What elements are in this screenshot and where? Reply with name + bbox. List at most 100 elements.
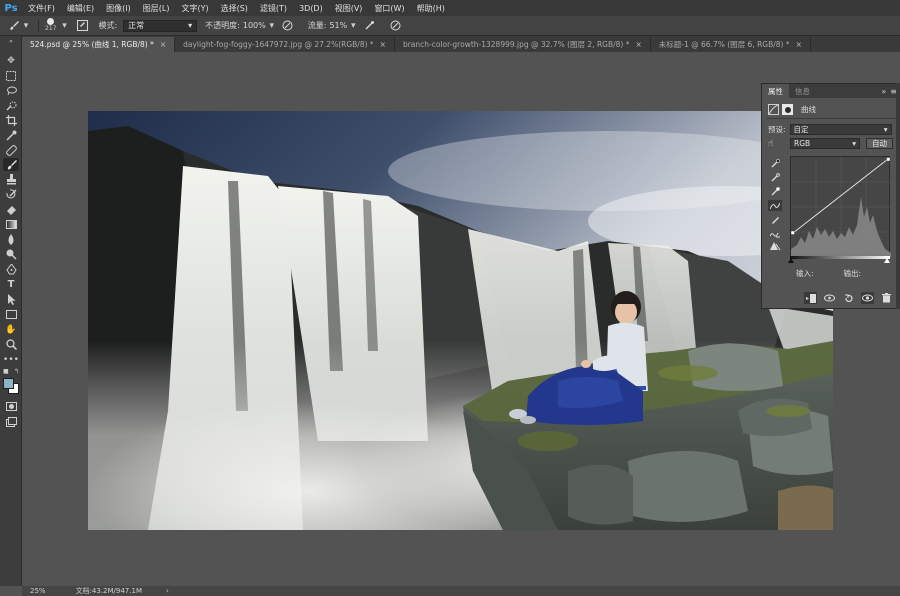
history-brush-tool-icon[interactable]	[3, 188, 19, 201]
toolbox-collapse-icon[interactable]: »	[3, 38, 19, 45]
reset-adjustment-icon[interactable]	[842, 292, 855, 304]
curves-graph[interactable]	[790, 156, 891, 257]
document-tabs: 524.psd @ 25% (曲线 1, RGB/8) * × daylight…	[22, 36, 900, 52]
white-input-slider[interactable]	[884, 258, 890, 263]
opacity-label: 不透明度:	[205, 21, 240, 30]
flow-value[interactable]: 51%	[329, 21, 347, 30]
menu-view[interactable]: 视图(V)	[329, 3, 369, 14]
set-black-point-icon[interactable]	[768, 158, 782, 169]
output-label: 输出:	[843, 269, 862, 278]
curves-adjustment-icon[interactable]	[768, 104, 779, 115]
dodge-tool-icon[interactable]	[3, 248, 19, 261]
crop-tool-icon[interactable]	[3, 114, 19, 127]
preset-dropdown[interactable]: 自定 ▾	[789, 124, 892, 135]
auto-button[interactable]: 自动	[866, 138, 893, 149]
trash-icon[interactable]	[880, 292, 893, 304]
default-colors-icon[interactable]: ■	[3, 368, 9, 375]
status-menu-arrow-icon[interactable]: ›	[166, 587, 169, 595]
target-adjust-icon[interactable]: ☝	[768, 139, 782, 149]
set-white-point-icon[interactable]	[768, 186, 782, 197]
smooth-curve-icon[interactable]	[768, 228, 782, 239]
close-icon[interactable]: ×	[635, 40, 641, 49]
menu-file[interactable]: 文件(F)	[22, 3, 61, 14]
blur-tool-icon[interactable]	[3, 233, 19, 246]
swap-arrow-icon[interactable]: ↰	[14, 368, 19, 375]
zoom-level[interactable]: 25%	[30, 587, 46, 595]
healing-brush-tool-icon[interactable]	[3, 144, 19, 157]
tab-document-untitled-1[interactable]: 未标题-1 @ 66.7% (图层 6, RGB/8) * ×	[650, 37, 811, 52]
menu-help[interactable]: 帮助(H)	[411, 3, 451, 14]
chevron-down-icon: ▾	[852, 139, 856, 148]
input-gradient-bar	[790, 256, 890, 259]
tab-properties[interactable]: 属性	[762, 84, 789, 98]
close-icon[interactable]: ×	[380, 40, 386, 49]
chevron-down-icon[interactable]: ▾	[20, 20, 32, 32]
move-tool-icon[interactable]: ✥	[3, 54, 19, 67]
brush-panel-toggle-icon[interactable]	[76, 20, 88, 32]
eyedropper-tool-icon[interactable]	[3, 129, 19, 142]
swap-colors-icon[interactable]: ■ ↰	[3, 367, 19, 375]
pressure-opacity-icon[interactable]	[282, 20, 294, 32]
airbrush-icon[interactable]	[363, 20, 375, 32]
channel-dropdown[interactable]: RGB ▾	[790, 138, 860, 149]
pressure-size-icon[interactable]	[389, 20, 401, 32]
mode-label: 模式:	[98, 21, 118, 30]
chevron-down-icon: ▾	[188, 21, 193, 30]
clipping-warning-icon[interactable]	[768, 241, 782, 252]
menu-3d[interactable]: 3D(D)	[293, 4, 329, 13]
panel-collapse-icon[interactable]: »	[881, 87, 886, 96]
type-tool-icon[interactable]: T	[3, 278, 19, 291]
channel-row: ☝ RGB ▾ 自动	[768, 138, 893, 149]
gradient-tool-icon[interactable]	[3, 218, 19, 231]
brush-preset-picker[interactable]: 217	[45, 18, 56, 33]
quick-mask-icon[interactable]	[3, 400, 19, 413]
clip-to-layer-icon[interactable]	[804, 292, 817, 304]
clone-stamp-tool-icon[interactable]	[3, 173, 19, 186]
mode-dropdown[interactable]: 正常 ▾	[123, 19, 198, 32]
chevron-down-icon[interactable]: ▾	[347, 20, 359, 32]
menu-select[interactable]: 选择(S)	[215, 3, 254, 14]
status-bar: 25% 文档:43.2M/947.1M ›	[22, 586, 900, 596]
lasso-tool-icon[interactable]	[3, 84, 19, 97]
panel-dock-strip[interactable]	[896, 83, 900, 309]
path-select-tool-icon[interactable]	[3, 293, 19, 306]
brush-tool-icon[interactable]	[8, 20, 20, 32]
opacity-value[interactable]: 100%	[243, 21, 266, 30]
tab-document-daylight-fog[interactable]: daylight-fog-foggy-1647972.jpg @ 27.2%(R…	[175, 37, 395, 52]
view-previous-state-icon[interactable]	[823, 292, 836, 304]
screen-mode-icon[interactable]	[3, 415, 19, 428]
tab-document-524[interactable]: 524.psd @ 25% (曲线 1, RGB/8) * ×	[22, 37, 176, 52]
marquee-tool-icon[interactable]	[3, 69, 19, 82]
hand-tool-icon[interactable]: ✋	[3, 323, 19, 336]
set-gray-point-icon[interactable]	[768, 172, 782, 183]
menu-window[interactable]: 窗口(W)	[368, 3, 410, 14]
tab-info[interactable]: 信息	[789, 84, 816, 98]
pencil-draw-icon[interactable]	[768, 214, 782, 225]
tab-document-branch-color[interactable]: branch-color-growth-1328999.jpg @ 32.7% …	[394, 37, 651, 52]
brush-tool-icon[interactable]	[3, 158, 19, 171]
close-icon[interactable]: ×	[160, 40, 166, 49]
foreground-color-swatch[interactable]	[3, 378, 14, 389]
chevron-down-icon[interactable]: ▾	[266, 20, 278, 32]
quick-select-tool-icon[interactable]	[3, 99, 19, 112]
pen-tool-icon[interactable]	[3, 263, 19, 276]
menu-type[interactable]: 文字(Y)	[175, 3, 214, 14]
chevron-down-icon[interactable]: ▾	[58, 20, 70, 32]
document-canvas[interactable]	[88, 111, 833, 530]
close-icon[interactable]: ×	[796, 40, 802, 49]
menu-filter[interactable]: 滤镜(T)	[254, 3, 293, 14]
menu-layer[interactable]: 图层(L)	[137, 3, 176, 14]
curve-edit-points-icon[interactable]	[768, 200, 782, 211]
menu-image[interactable]: 图像(I)	[100, 3, 137, 14]
eraser-tool-icon[interactable]	[3, 203, 19, 216]
layer-mask-icon[interactable]	[782, 104, 793, 115]
properties-panel-footer	[762, 288, 899, 308]
rectangle-tool-icon[interactable]	[3, 308, 19, 321]
toggle-visibility-icon[interactable]	[861, 292, 874, 304]
black-input-slider[interactable]	[788, 258, 794, 263]
more-tools-icon[interactable]: •••	[3, 353, 19, 366]
app-logo: Ps	[4, 2, 18, 14]
menu-edit[interactable]: 编辑(E)	[61, 3, 100, 14]
zoom-tool-icon[interactable]	[3, 338, 19, 351]
preset-row: 预设: 自定 ▾	[768, 124, 892, 135]
